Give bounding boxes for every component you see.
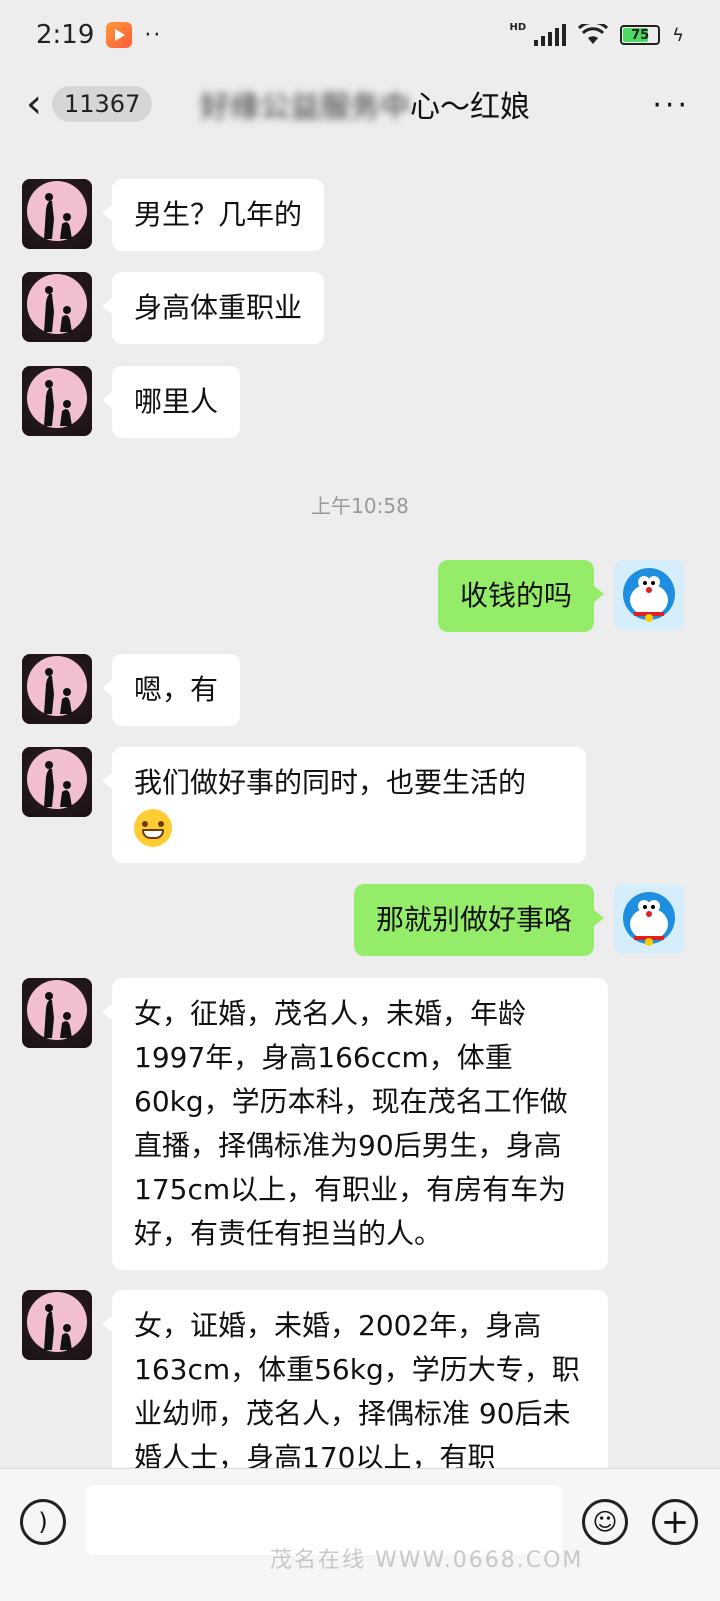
contact-avatar[interactable]	[22, 366, 92, 436]
status-bar: 2:19 ·· HD 75 ϟ	[0, 0, 720, 70]
signal-icon	[534, 24, 567, 46]
my-avatar[interactable]	[614, 560, 684, 630]
more-options-button[interactable]: ···	[652, 88, 690, 123]
plus-icon: +	[660, 1502, 690, 1542]
message-bubble-sent[interactable]: 那就别做好事咯	[353, 884, 605, 956]
site-watermark: 茂名在线 WWW.0668.COM	[270, 1548, 584, 1573]
message-bubble[interactable]: 身高体重职业	[101, 272, 325, 344]
contact-avatar[interactable]	[22, 1290, 92, 1360]
contact-avatar[interactable]	[22, 179, 92, 249]
status-right: HD 75 ϟ	[509, 21, 684, 46]
wifi-icon	[578, 24, 609, 44]
chat-header: ‹ 11367 好缘公益服务中心～红娘 ···	[0, 70, 720, 138]
message-bubble[interactable]: 女，证婚，未婚，2002年，身高163cm，体重56kg，学历大专，职业幼师，茂…	[102, 1290, 608, 1468]
contact-avatar[interactable]	[22, 747, 92, 817]
message-bubble[interactable]: 男生？几年的	[101, 179, 325, 251]
more-notifications-icon: ··	[144, 22, 163, 48]
video-app-icon	[106, 22, 133, 48]
grin-emoji-icon	[134, 809, 172, 847]
message-bubble[interactable]: 我们做好事的同时，也要生活的	[102, 747, 586, 863]
battery-icon: 75	[620, 25, 661, 45]
back-button[interactable]: ‹ 11367	[26, 81, 153, 127]
message-text: 我们做好事的同时，也要生活的	[134, 766, 527, 799]
input-bar: ) ☺ +	[0, 1468, 720, 1601]
contact-avatar[interactable]	[22, 654, 92, 724]
charging-icon: ϟ	[672, 24, 684, 46]
contact-avatar[interactable]	[22, 272, 92, 342]
more-actions-button[interactable]: +	[652, 1499, 698, 1545]
chat-title-visible: 心～红娘	[410, 90, 530, 125]
status-time: 2:19	[36, 20, 95, 50]
voice-input-button[interactable]: )	[20, 1499, 66, 1545]
hd-indicator: HD	[509, 21, 527, 33]
battery-level: 75	[631, 27, 650, 43]
message-bubble[interactable]: 哪里人	[101, 366, 241, 438]
chat-title: 好缘公益服务中心～红娘	[200, 82, 530, 126]
emoji-button[interactable]: ☺	[582, 1499, 628, 1545]
message-bubble-sent[interactable]: 收钱的吗	[437, 560, 605, 632]
smiley-icon: ☺	[592, 1508, 618, 1536]
unread-count-badge: 11367	[52, 86, 153, 122]
message-timestamp: 上午10:58	[311, 494, 409, 518]
chevron-left-icon: ‹	[26, 81, 42, 127]
chat-message-list[interactable]: 男生？几年的 身高体重职业 哪里人 上午10:58 收钱的吗 嗯，有 我们做好事…	[0, 138, 720, 1468]
status-left: 2:19 ··	[36, 20, 162, 50]
contact-avatar[interactable]	[22, 978, 92, 1048]
message-bubble[interactable]: 嗯，有	[101, 654, 241, 726]
my-avatar[interactable]	[614, 884, 684, 954]
chat-title-obscured: 好缘公益服务中	[200, 90, 410, 125]
message-bubble[interactable]: 女，征婚，茂名人，未婚，年龄1997年，身高166ccm，体重60kg，学历本科…	[102, 978, 608, 1270]
voice-icon: )	[38, 1508, 48, 1536]
